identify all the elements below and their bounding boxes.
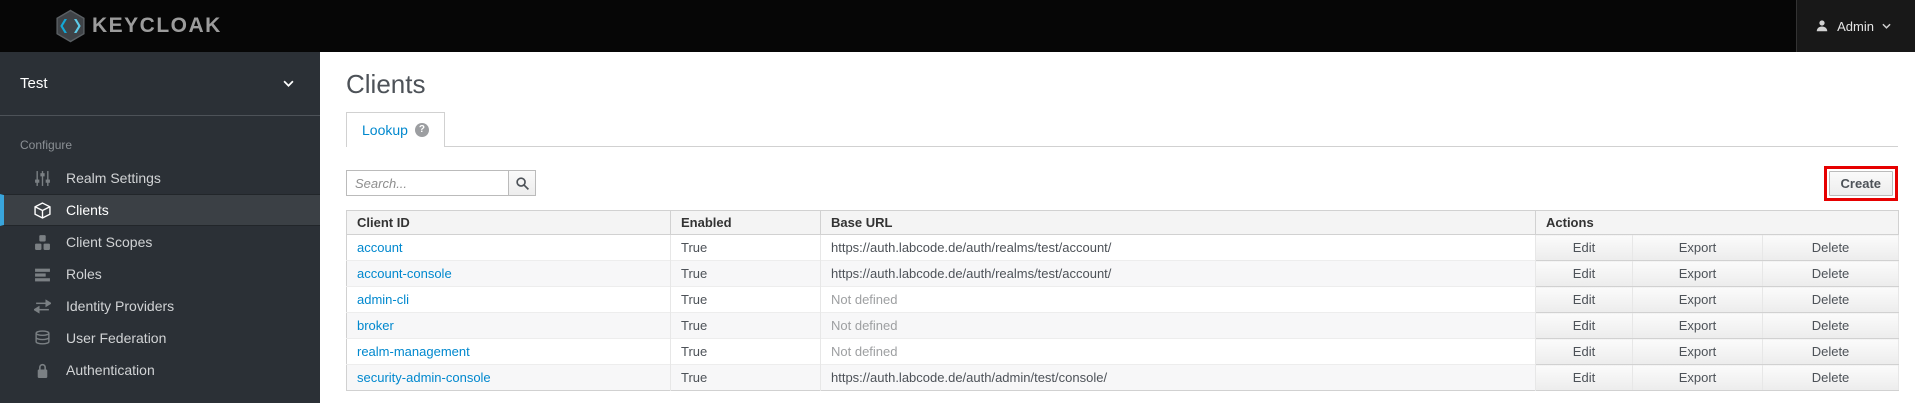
main-content: Clients Lookup ? Create [320,52,1915,403]
edit-button[interactable]: Edit [1535,364,1633,391]
client-link[interactable]: security-admin-console [357,370,491,385]
help-icon[interactable]: ? [414,123,429,137]
sidebar-item-roles[interactable]: Roles [0,258,320,290]
sliders-icon [34,170,51,187]
table-header-row: Client ID Enabled Base URL Actions [346,210,1899,235]
sidebar-item-label: Identity Providers [66,298,175,314]
table-row: broker True Not defined Edit Export Dele… [346,312,1899,339]
enabled-value: True [670,338,821,365]
enabled-value: True [670,312,821,339]
exchange-icon [34,298,51,315]
edit-button[interactable]: Edit [1535,286,1633,313]
tab-lookup-label: Lookup [362,122,408,138]
sidebar-item-user-federation[interactable]: User Federation [0,322,320,354]
sidebar-item-label: User Federation [66,330,167,346]
base-url-not-defined: Not defined [831,292,898,307]
col-client-id: Client ID [346,210,671,235]
bars-icon [34,266,51,283]
base-url-link[interactable]: https://auth.labcode.de/auth/admin/test/… [831,370,1107,385]
col-base-url: Base URL [820,210,1536,235]
client-link[interactable]: account-console [357,266,452,281]
database-icon [34,329,51,347]
table-row: account True https://auth.labcode.de/aut… [346,234,1899,261]
edit-button[interactable]: Edit [1535,260,1633,287]
client-link[interactable]: admin-cli [357,292,409,307]
delete-button[interactable]: Delete [1762,312,1899,339]
export-button[interactable]: Export [1632,286,1763,313]
export-button[interactable]: Export [1632,312,1763,339]
user-menu[interactable]: Admin [1796,0,1915,52]
realm-name: Test [20,75,48,92]
edit-button[interactable]: Edit [1535,312,1633,339]
keycloak-logo[interactable]: KEYCLOAK [0,9,222,43]
chevron-down-icon [283,80,294,87]
delete-button[interactable]: Delete [1762,234,1899,261]
delete-button[interactable]: Delete [1762,338,1899,365]
chevron-down-icon [1882,23,1891,29]
sidebar-item-label: Realm Settings [66,170,161,186]
sidebar-item-label: Authentication [66,362,155,378]
delete-button[interactable]: Delete [1762,260,1899,287]
table-row: realm-management True Not defined Edit E… [346,338,1899,365]
searchbox [346,170,536,196]
enabled-value: True [670,286,821,313]
search-input[interactable] [346,170,508,196]
create-button[interactable]: Create [1828,170,1893,196]
delete-button[interactable]: Delete [1762,286,1899,313]
export-button[interactable]: Export [1632,338,1763,365]
cubes-icon [34,234,51,251]
clients-table: Client ID Enabled Base URL Actions accou… [346,210,1899,391]
col-enabled: Enabled [670,210,821,235]
sidebar-item-identity-providers[interactable]: Identity Providers [0,290,320,322]
enabled-value: True [670,260,821,287]
sidebar-nav: Realm Settings Clients Client Scopes Rol… [0,162,320,386]
base-url-not-defined: Not defined [831,344,898,359]
app-header: KEYCLOAK Admin [0,0,1915,52]
annotation-highlight: Create [1823,165,1898,201]
table-row: account-console True https://auth.labcod… [346,260,1899,287]
table-row: security-admin-console True https://auth… [346,364,1899,391]
sidebar-item-label: Clients [66,202,109,218]
client-link[interactable]: account [357,240,403,255]
sidebar: Test Configure Realm Settings Clients Cl… [0,52,320,403]
client-link[interactable]: broker [357,318,394,333]
brand-text: KEYCLOAK [92,14,222,37]
realm-selector[interactable]: Test [0,52,320,116]
sidebar-item-authentication[interactable]: Authentication [0,354,320,386]
table-row: admin-cli True Not defined Edit Export D… [346,286,1899,313]
user-menu-label: Admin [1837,18,1874,34]
enabled-value: True [670,364,821,391]
sidebar-item-client-scopes[interactable]: Client Scopes [0,226,320,258]
keycloak-admin-console: KEYCLOAK Admin Test Configure Realm Sett… [0,0,1915,403]
base-url-link[interactable]: https://auth.labcode.de/auth/realms/test… [831,240,1111,255]
base-url-not-defined: Not defined [831,318,898,333]
delete-button[interactable]: Delete [1762,364,1899,391]
edit-button[interactable]: Edit [1535,338,1633,365]
magnifier-icon [515,176,530,191]
table-toolbar: Create [346,165,1898,201]
user-icon [1815,19,1829,33]
tab-bar: Lookup ? [346,112,1898,147]
sidebar-item-realm-settings[interactable]: Realm Settings [0,162,320,194]
col-actions: Actions [1535,210,1899,235]
export-button[interactable]: Export [1632,234,1763,261]
page-title: Clients [346,69,426,99]
tab-lookup[interactable]: Lookup ? [346,112,445,147]
sidebar-item-clients[interactable]: Clients [0,194,320,226]
base-url-link[interactable]: https://auth.labcode.de/auth/realms/test… [831,266,1111,281]
search-button[interactable] [508,170,536,196]
edit-button[interactable]: Edit [1535,234,1633,261]
export-button[interactable]: Export [1632,364,1763,391]
lock-icon [34,362,51,379]
export-button[interactable]: Export [1632,260,1763,287]
sidebar-item-label: Client Scopes [66,234,153,250]
keycloak-hexagon-icon [55,9,86,43]
cube-icon [34,201,51,219]
nav-section-label: Configure [20,138,73,152]
sidebar-item-label: Roles [66,266,102,282]
enabled-value: True [670,234,821,261]
client-link[interactable]: realm-management [357,344,470,359]
